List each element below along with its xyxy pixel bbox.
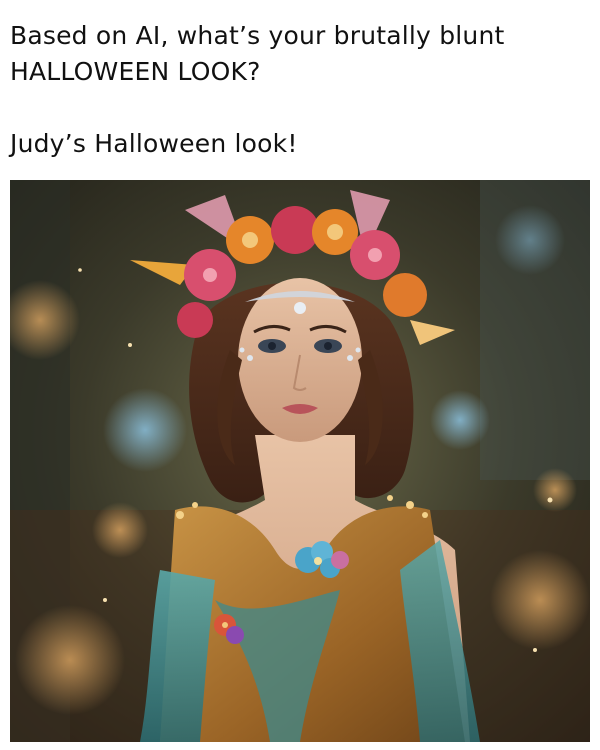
crown-flower [383,273,427,317]
post-title: Based on AI, what’s your brutally blunt … [10,18,590,90]
post-title-line-2: HALLOWEEN LOOK? [10,57,261,86]
forehead-gem [294,302,306,314]
crown-flower [177,302,213,338]
bokeh-light [430,390,490,450]
halloween-look-photo [10,180,590,742]
crown-flower [271,206,319,254]
post-subtitle: Judy’s Halloween look! [10,129,298,158]
bokeh-light [103,388,187,472]
post-title-line-1: Based on AI, what’s your brutally blunt [10,21,505,50]
fairy-portrait-illustration [10,180,590,742]
